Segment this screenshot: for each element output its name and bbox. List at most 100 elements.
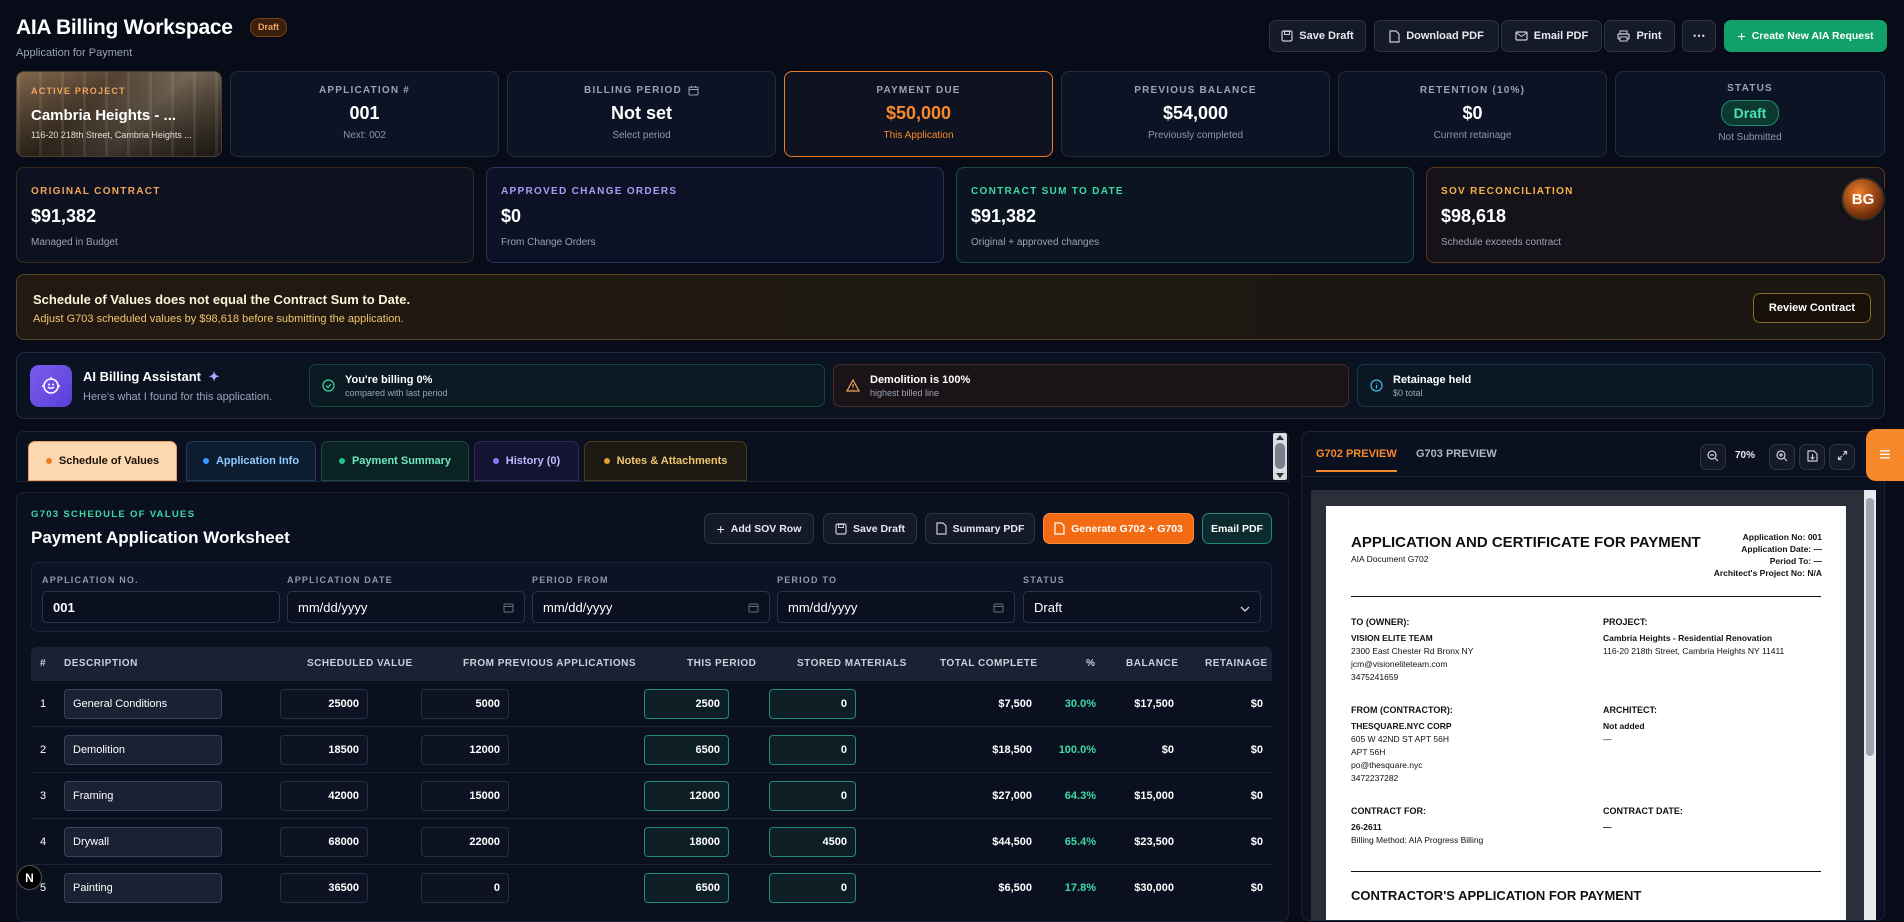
cell-value: Demolition [73,744,125,756]
row-number: 3 [40,790,47,802]
tab-schedule-of-values[interactable]: Schedule of Values [28,441,177,481]
description-input[interactable]: Framing [64,781,222,811]
zoom-in-button[interactable] [1769,444,1795,470]
scroll-down-icon [1276,473,1284,478]
fullscreen-button[interactable] [1829,444,1855,470]
cell-value: 4500 [822,836,847,848]
stat-billing-period[interactable]: BILLING PERIOD Not set Select period [507,71,776,157]
description-input[interactable]: General Conditions [64,689,222,719]
calendar-icon[interactable] [503,602,514,613]
stored-materials-input[interactable]: 0 [769,873,856,903]
avatar[interactable]: BG [1841,177,1885,221]
total-complete: $44,500 [992,836,1032,848]
calendar-icon[interactable] [748,602,759,613]
scheduled-value-input[interactable]: 25000 [280,689,368,719]
download-pdf-button[interactable]: Download PDF [1374,20,1499,52]
owner-heading: TO (OWNER): [1351,617,1410,627]
stat-label: RETENTION (10%) [1419,85,1526,96]
cell-value: 0 [840,698,847,710]
field-value: 001 [53,599,75,615]
scheduled-value-input[interactable]: 36500 [280,873,368,903]
balance: $15,000 [1134,790,1174,802]
this-period-input[interactable]: 18000 [644,827,729,857]
application-no-field[interactable]: APPLICATION NO. 001 [42,575,280,623]
this-period-input[interactable]: 6500 [644,873,729,903]
insight-sub: compared with last period [345,387,448,398]
original-contract-card: ORIGINAL CONTRACT $91,382 Managed in Bud… [16,167,474,263]
worksheet-save-draft-button[interactable]: Save Draft [823,513,917,544]
scheduled-value-input[interactable]: 42000 [280,781,368,811]
this-period-input[interactable]: 12000 [644,781,729,811]
file-icon [936,522,947,535]
stat-payment-due: PAYMENT DUE $50,000 This Application [784,71,1053,157]
stored-materials-input[interactable]: 0 [769,781,856,811]
save-draft-button[interactable]: Save Draft [1269,20,1366,52]
scheduled-value-input[interactable]: 18500 [280,735,368,765]
side-menu-button[interactable]: ≡ [1866,429,1904,481]
description-input[interactable]: Demolition [64,735,222,765]
status-select[interactable]: Draft [1023,591,1261,623]
assistant-title: AI Billing Assistant [83,369,201,384]
previous-applications-input[interactable]: 5000 [421,689,509,719]
retainage: $0 [1250,836,1263,848]
create-aia-request-button[interactable]: + Create New AIA Request [1724,20,1887,52]
add-sov-row-button[interactable]: + Add SOV Row [704,513,814,544]
previous-applications-input[interactable]: 15000 [421,781,509,811]
previous-applications-input[interactable]: 0 [421,873,509,903]
previous-applications-input[interactable]: 22000 [421,827,509,857]
stat-status: STATUS Draft Not Submitted [1615,71,1885,157]
tab-g703-preview[interactable]: G703 PREVIEW [1416,448,1497,460]
this-period-input[interactable]: 6500 [644,735,729,765]
contract-for-block: CONTRACT FOR: 26-2611 Billing Method: AI… [1351,806,1483,847]
print-button[interactable]: Print [1604,20,1675,52]
active-project-card[interactable]: ACTIVE PROJECT Cambria Heights - ... 116… [16,71,222,157]
description-input[interactable]: Drywall [64,827,222,857]
field-label: PERIOD FROM [532,575,609,585]
col-header: DESCRIPTION [64,658,138,669]
insight-title: Retainage held [1393,373,1472,386]
this-period-input[interactable]: 2500 [644,689,729,719]
application-date-field[interactable]: APPLICATION DATE mm/dd/yyyy [287,575,525,623]
contractor-heading: FROM (CONTRACTOR): [1351,705,1453,715]
period-from-field[interactable]: PERIOD FROM mm/dd/yyyy [532,575,770,623]
generate-g702-g703-button[interactable]: Generate G702 + G703 [1043,513,1194,544]
tabs-scrollbar[interactable] [1273,433,1287,480]
col-header: RETAINAGE [1205,658,1268,669]
more-options-button[interactable]: ⋯ [1682,20,1716,52]
previous-applications-input[interactable]: 12000 [421,735,509,765]
application-date-input[interactable]: mm/dd/yyyy [287,591,525,623]
worksheet-kicker: G703 SCHEDULE OF VALUES [31,509,196,520]
tab-payment-summary[interactable]: Payment Summary [321,441,469,481]
stored-materials-input[interactable]: 0 [769,735,856,765]
project-heading: PROJECT: [1603,617,1648,627]
email-pdf-button[interactable]: Email PDF [1501,20,1602,52]
application-no-input[interactable]: 001 [42,591,280,623]
tab-g702-preview[interactable]: G702 PREVIEW [1316,448,1397,472]
scheduled-value-input[interactable]: 68000 [280,827,368,857]
period-to-input[interactable]: mm/dd/yyyy [777,591,1015,623]
review-contract-button[interactable]: Review Contract [1753,293,1871,323]
tab-history[interactable]: History (0) [474,441,579,481]
summary-pdf-button[interactable]: Summary PDF [925,513,1035,544]
preview-scrollbar[interactable] [1864,490,1876,920]
card-sub: Managed in Budget [31,237,118,248]
corner-badge[interactable]: N [17,865,42,890]
worksheet-email-pdf-button[interactable]: Email PDF [1202,513,1272,544]
stat-value: 001 [349,103,380,123]
calendar-icon[interactable] [993,602,1004,613]
status-field[interactable]: STATUS Draft [1023,575,1261,623]
zoom-out-button[interactable] [1700,444,1726,470]
stored-materials-input[interactable]: 4500 [769,827,856,857]
contract-sum-card: CONTRACT SUM TO DATE $91,382 Original + … [956,167,1414,263]
download-preview-button[interactable] [1799,444,1825,470]
insight-title: You're billing 0% [345,373,433,386]
tab-notes-attachments[interactable]: Notes & Attachments [584,441,747,481]
description-input[interactable]: Painting [64,873,222,903]
tab-application-info[interactable]: Application Info [186,441,316,481]
period-to-field[interactable]: PERIOD TO mm/dd/yyyy [777,575,1015,623]
stored-materials-input[interactable]: 0 [769,689,856,719]
active-project-label: ACTIVE PROJECT [31,86,126,96]
table-header: # DESCRIPTION SCHEDULED VALUE FROM PREVI… [31,647,1272,680]
period-from-input[interactable]: mm/dd/yyyy [532,591,770,623]
stat-label: PAYMENT DUE [876,85,961,96]
